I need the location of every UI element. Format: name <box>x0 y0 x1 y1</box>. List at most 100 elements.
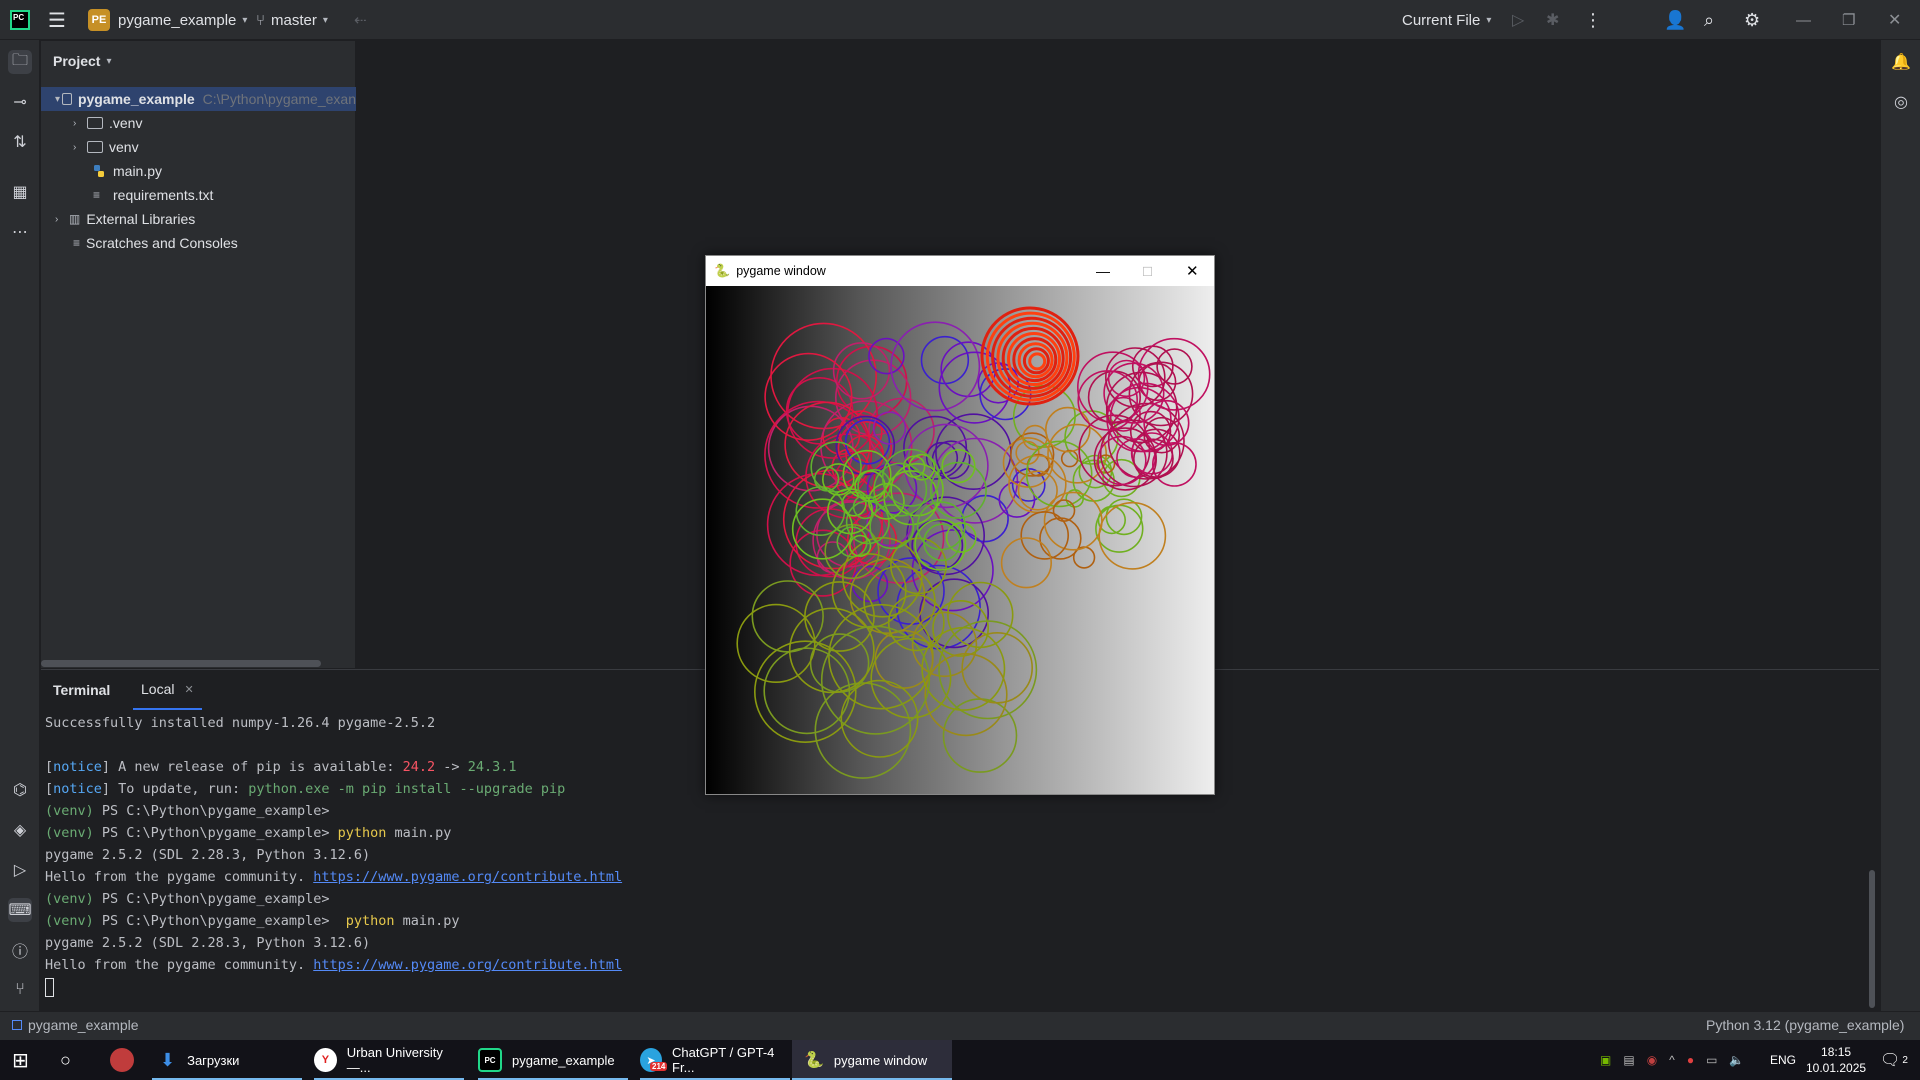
branch-selector[interactable]: ⑂ master ▾ <box>256 0 328 40</box>
pygame-snake-icon: 🐍 <box>714 263 731 278</box>
circle-shape <box>914 518 967 571</box>
task-telegram[interactable]: ➤ 214 ChatGPT / GPT-4 Fr... <box>640 1040 790 1080</box>
tray-icons[interactable]: ▣ ▤ ◉ ^ ● ▭ 🔈 <box>1600 1040 1756 1080</box>
folder-icon <box>62 93 72 105</box>
status-interpreter[interactable]: Python 3.12 (pygame_example) <box>1706 1017 1904 1033</box>
chevron-right-icon: › <box>73 117 77 129</box>
ai-assistant-icon[interactable]: ◎ <box>1889 90 1913 114</box>
structure-tool-icon[interactable]: ▦ <box>8 180 32 204</box>
horizontal-scrollbar[interactable] <box>41 660 321 667</box>
tree-root[interactable]: ▾ pygame_example C:\Python\pygame_exan <box>41 87 356 111</box>
status-project[interactable]: pygame_example <box>12 1017 139 1033</box>
notification-center-icon[interactable]: 🗨 2 <box>1880 1040 1908 1080</box>
pygame-window: 🐍 pygame window — ☐ ✕ <box>705 255 1215 795</box>
windows-start-icon[interactable]: ⊞ <box>12 1040 29 1080</box>
services-icon[interactable]: ▷ <box>8 858 32 882</box>
python-file-icon <box>94 165 104 177</box>
run-icon[interactable]: ▷ <box>1512 0 1524 40</box>
notifications-bell-icon[interactable]: 🔔 <box>1889 50 1913 74</box>
terminal-line: (venv) PS C:\Python\pygame_example> pyth… <box>45 825 452 841</box>
circle-shape <box>868 337 905 375</box>
task-pygame-window[interactable]: 🐍 pygame window <box>792 1040 952 1080</box>
project-tool-icon[interactable]: 🗀 <box>8 50 32 74</box>
circle-shape <box>961 494 1009 543</box>
git-tool-icon[interactable]: ⑂ <box>8 978 32 1002</box>
tree-item-scratches[interactable]: ≡ Scratches and Consoles <box>73 231 238 255</box>
settings-gear-icon[interactable]: ⚙ <box>1744 0 1760 40</box>
tree-item-dotvenv[interactable]: › .venv <box>73 111 142 135</box>
terminal-line: [notice] To update, run: python.exe -m p… <box>45 781 566 797</box>
terminal-line: pygame 2.5.2 (SDL 2.28.3, Python 3.12.6) <box>45 847 371 863</box>
more-actions-icon[interactable]: ⋮ <box>1584 0 1602 40</box>
terminal-line: Hello from the pygame community. https:/… <box>45 869 623 885</box>
project-square-icon <box>12 1020 22 1030</box>
circle-shape <box>840 679 919 758</box>
maximize-window-icon[interactable]: ☐ <box>1142 264 1153 279</box>
terminal-scrollbar[interactable] <box>1869 870 1875 1008</box>
circle-shape <box>1095 504 1144 553</box>
branch-icon: ⑂ <box>256 11 266 29</box>
task-downloads[interactable]: ⬇ Загрузки <box>152 1040 302 1080</box>
scratches-icon: ≡ <box>73 236 81 250</box>
windows-taskbar: ⊞ ○ ⬇ Загрузки Y Urban University —... P… <box>0 1040 1920 1080</box>
terminal-cursor[interactable] <box>45 978 54 997</box>
contribute-link[interactable]: https://www.pygame.org/contribute.html <box>313 957 622 973</box>
vcs-update-icon[interactable]: ⇠ <box>354 0 367 40</box>
tray-app-icon: ◉ <box>1646 1053 1658 1067</box>
tab-local[interactable]: Local ✕ <box>133 670 202 710</box>
circle-shape <box>831 553 907 629</box>
problems-icon[interactable]: ⓘ <box>8 938 32 962</box>
tree-item-venv[interactable]: › venv <box>73 135 139 159</box>
add-user-icon[interactable]: 👤 <box>1664 0 1686 40</box>
tray-app-icon[interactable] <box>110 1040 144 1080</box>
close-window-icon[interactable]: ✕ <box>1186 262 1199 280</box>
circle-shape <box>1017 470 1058 511</box>
terminal-line: (venv) PS C:\Python\pygame_example> <box>45 803 330 819</box>
circle-shape <box>890 321 981 412</box>
clock[interactable]: 18:15 10.01.2025 <box>1806 1040 1866 1080</box>
search-circle-icon[interactable]: ○ <box>60 1040 71 1080</box>
pull-requests-icon[interactable]: ⇅ <box>8 130 32 154</box>
project-panel-title[interactable]: Project ▾ <box>53 49 112 73</box>
terminal-line: (venv) PS C:\Python\pygame_example> pyth… <box>45 913 460 929</box>
restore-window-icon[interactable]: ❐ <box>1842 0 1855 40</box>
tree-item-main-py[interactable]: main.py <box>93 159 162 183</box>
run-config-selector[interactable]: Current File ▾ <box>1402 0 1491 40</box>
terminal-tool-icon[interactable]: ⌨ <box>8 898 32 922</box>
minimize-window-icon[interactable]: — <box>1096 263 1110 279</box>
nvidia-icon: ▣ <box>1600 1053 1612 1067</box>
more-tools-icon[interactable]: ⋯ <box>8 220 32 244</box>
project-selector[interactable]: PE pygame_example ▾ <box>88 0 247 40</box>
tree-item-external-libraries[interactable]: › ▥ External Libraries <box>55 207 195 231</box>
close-tab-icon[interactable]: ✕ <box>184 683 193 696</box>
circle-shape <box>828 603 934 710</box>
library-icon: ▥ <box>69 212 81 226</box>
volume-icon: 🔈 <box>1729 1053 1745 1067</box>
circle-shape <box>1098 501 1167 570</box>
search-icon[interactable]: ⌕ <box>1704 0 1714 40</box>
terminal-line: Successfully installed numpy-1.26.4 pyga… <box>45 715 436 731</box>
task-browser[interactable]: Y Urban University —... <box>314 1040 464 1080</box>
pygame-canvas[interactable] <box>706 286 1214 794</box>
network-icon: ▭ <box>1706 1053 1718 1067</box>
circle-shape <box>751 580 824 653</box>
commit-tool-icon[interactable]: ⊸ <box>8 90 32 114</box>
language-indicator[interactable]: ENG <box>1770 1040 1796 1080</box>
chevron-down-icon: ▾ <box>1486 14 1492 26</box>
main-menu-icon[interactable]: ☰ <box>48 0 66 40</box>
circle-shape <box>786 367 878 459</box>
contribute-link[interactable]: https://www.pygame.org/contribute.html <box>313 869 622 885</box>
tree-item-requirements[interactable]: ≡ requirements.txt <box>93 183 213 207</box>
python-console-icon[interactable]: ⌬ <box>8 778 32 802</box>
circle-shape <box>1151 441 1197 487</box>
circle-shape <box>736 603 816 684</box>
chevron-down-icon: ▾ <box>242 14 248 26</box>
task-pycharm[interactable]: PC pygame_example <box>478 1040 628 1080</box>
python-packages-icon[interactable]: ◈ <box>8 818 32 842</box>
tray-app-icon: ▤ <box>1623 1053 1635 1067</box>
minimize-window-icon[interactable]: — <box>1796 0 1811 40</box>
download-arrow-icon: ⬇ <box>160 1049 176 1070</box>
unread-badge: 214 <box>650 1062 668 1071</box>
close-window-icon[interactable]: ✕ <box>1888 0 1901 40</box>
debug-icon[interactable]: ✱ <box>1546 0 1559 40</box>
